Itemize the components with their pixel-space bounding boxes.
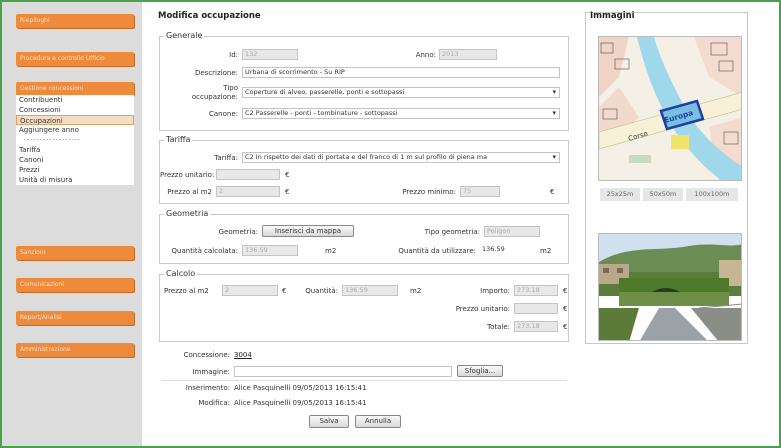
geometria-label: Geometria: xyxy=(218,228,258,236)
prezzo-minimo-label: Prezzo minimo: xyxy=(402,188,456,196)
currency-symbol: € xyxy=(563,287,568,295)
currency-symbol: € xyxy=(563,305,568,313)
concessione-label: Concessione: xyxy=(183,351,230,359)
totale-label: Totale: xyxy=(486,323,510,331)
immagine-file-field[interactable] xyxy=(234,366,452,377)
section-calcolo: Calcolo Prezzo al m2 2 € Quantità: 136.5… xyxy=(159,269,569,342)
inserimento-value: Alice Pasquinelli 09/05/2013 16:15:41 xyxy=(234,384,367,392)
concessione-link[interactable]: 3004 xyxy=(234,351,252,359)
sidebar-item-contribuenti[interactable]: Contribuenti xyxy=(16,95,134,105)
sidebar-item-unita-misura[interactable]: Unità di misura xyxy=(16,175,134,185)
id-label: Id: xyxy=(229,51,238,59)
descrizione-label: Descrizione: xyxy=(194,69,238,77)
location-photo xyxy=(598,233,742,341)
currency-symbol: € xyxy=(563,323,568,331)
prezzo-m2-label: Prezzo al m2 xyxy=(167,188,212,196)
tipo-geometria-field[interactable]: Poligon xyxy=(484,226,540,237)
section-legend: Geometria xyxy=(164,209,211,218)
sidebar-item-occupazioni[interactable]: Occupazioni xyxy=(16,115,134,125)
tipo-label-1: Tipo xyxy=(223,84,238,92)
inserisci-da-mappa-button[interactable]: Inserisci da mappa xyxy=(262,225,354,237)
salva-button[interactable]: Salva xyxy=(309,415,349,428)
tipo-geometria-label: Tipo geometria: xyxy=(424,228,480,236)
quantita-calcolata-field[interactable]: 136.59 xyxy=(242,245,298,256)
section-legend: Tariffa xyxy=(164,135,193,144)
zoom-100x100-button[interactable]: 100x100m xyxy=(686,188,738,201)
quantita-utilizzare-label: Quantità da utilizzare: xyxy=(398,247,476,255)
section-geometria: Geometria Geometria: Inserisci da mappa … xyxy=(159,209,569,264)
calcolo-prezzo-unitario-field[interactable] xyxy=(514,303,558,314)
sfoglia-button[interactable]: Sfoglia... xyxy=(457,365,503,377)
unit-m2: m2 xyxy=(540,247,552,255)
tipo-occupazione-select[interactable]: Coperture di alveo, passerelle, ponti e … xyxy=(242,87,560,98)
sidebar-submenu: Contribuenti Concessioni Occupazioni Agg… xyxy=(16,95,134,185)
sidebar-item-tariffa[interactable]: Tariffa xyxy=(16,145,134,155)
immagine-label: Immagine: xyxy=(192,368,230,376)
sidebar-button-amministrazione[interactable]: Amministrazione xyxy=(16,343,134,357)
sidebar-separator: ------------------ xyxy=(24,136,81,143)
unit-m2: m2 xyxy=(325,247,337,255)
sidebar-item-aggiungere-anno[interactable]: Aggiungere anno xyxy=(16,125,134,135)
prezzo-unitario-label: Prezzo unitario: xyxy=(160,171,215,179)
currency-symbol: € xyxy=(550,188,555,196)
canone-label: Canone: xyxy=(209,110,238,118)
currency-symbol: € xyxy=(282,287,287,295)
zoom-25x25-button[interactable]: 25x25m xyxy=(600,188,640,201)
sidebar-button-procedura[interactable]: Procedura e controllo Ufficio xyxy=(16,52,134,66)
sidebar-item-concessioni[interactable]: Concessioni xyxy=(16,105,134,115)
importo-label: Importo: xyxy=(480,287,510,295)
images-title: Immagini xyxy=(590,11,635,21)
calcolo-prezzo-m2-field[interactable]: 2 xyxy=(222,285,278,296)
map-graphic: Corso Europa xyxy=(599,37,741,180)
zoom-50x50-button[interactable]: 50x50m xyxy=(643,188,683,201)
tariffa-label: Tariffa: xyxy=(214,154,238,162)
anno-field[interactable]: 2013 xyxy=(439,49,497,60)
sidebar-button-riepiloghi[interactable]: Riepiloghi xyxy=(16,14,134,28)
anno-label: Anno: xyxy=(415,51,436,59)
calcolo-prezzo-m2-label: Prezzo al m2 xyxy=(164,287,209,295)
quantita-label: Quantità: xyxy=(305,287,338,295)
section-tariffa: Tariffa Tariffa: C2 In rispetto dei dati… xyxy=(159,135,569,204)
photo-graphic xyxy=(599,234,741,340)
sidebar-item-prezzi[interactable]: Prezzi xyxy=(16,165,134,175)
prezzo-minimo-field[interactable]: 75 xyxy=(460,186,500,197)
prezzo-m2-field[interactable]: 2 xyxy=(216,186,280,197)
sidebar-button-comunicazioni[interactable]: Comunicazioni xyxy=(16,278,134,292)
canone-select[interactable]: C2 Passerelle - ponti - tombinature - so… xyxy=(242,108,560,119)
sidebar-item-canoni[interactable]: Canoni xyxy=(16,155,134,165)
unit-m2: m2 xyxy=(410,287,422,295)
modifica-label: Modifica: xyxy=(198,399,230,407)
sidebar-button-gestione[interactable]: Gestione concessioni xyxy=(16,82,134,96)
sidebar-button-sanzioni[interactable]: Sanzioni xyxy=(16,246,134,260)
calcolo-prezzo-unitario-label: Prezzo unitario: xyxy=(455,305,510,313)
map-view[interactable]: Corso Europa xyxy=(598,36,742,181)
inserimento-label: Inserimento: xyxy=(185,384,230,392)
section-legend: Calcolo xyxy=(164,269,198,278)
quantita-utilizzare-field[interactable]: 136.59 xyxy=(480,245,536,256)
section-legend: Generale xyxy=(164,31,205,40)
currency-symbol: € xyxy=(285,188,290,196)
quantita-field[interactable]: 136.59 xyxy=(342,285,398,296)
sidebar-button-report[interactable]: Report/Analisi xyxy=(16,311,134,325)
descrizione-field[interactable]: Urbana di scorrimento - Su RIP xyxy=(242,67,560,78)
currency-symbol: € xyxy=(285,171,290,179)
main-form: Modifica occupazione Generale Id: 132 An… xyxy=(152,6,577,442)
divider xyxy=(162,380,567,381)
prezzo-unitario-field[interactable] xyxy=(216,169,280,180)
annulla-button[interactable]: Annulla xyxy=(355,415,401,428)
id-field[interactable]: 132 xyxy=(242,49,298,60)
tariffa-select[interactable]: C2 In rispetto dei dati di portata e del… xyxy=(242,152,560,163)
importo-field[interactable]: 273.18 xyxy=(514,285,558,296)
sidebar: Riepiloghi Procedura e controllo Ufficio… xyxy=(2,2,142,446)
page-title: Modifica occupazione xyxy=(158,11,261,21)
modifica-value: Alice Pasquinelli 09/05/2013 16:15:41 xyxy=(234,399,367,407)
tipo-label-2: occupazione: xyxy=(191,93,238,101)
quantita-calcolata-label: Quantità calcolata: xyxy=(171,247,238,255)
totale-field[interactable]: 273.18 xyxy=(514,321,558,332)
section-generale: Generale Id: 132 Anno: 2013 Descrizione:… xyxy=(159,31,569,131)
